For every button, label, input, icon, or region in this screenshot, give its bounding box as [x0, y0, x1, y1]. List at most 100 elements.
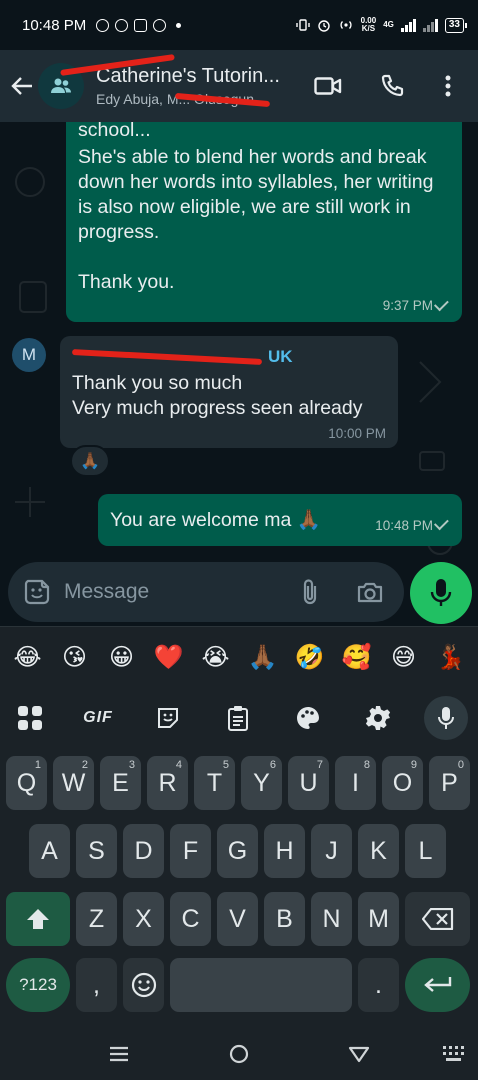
- key-k[interactable]: K: [358, 824, 399, 878]
- message-input[interactable]: [64, 572, 264, 612]
- key-hint: 5: [222, 759, 229, 771]
- key-l[interactable]: L: [405, 824, 446, 878]
- back-nav-button[interactable]: [344, 1040, 374, 1068]
- key-b[interactable]: B: [264, 892, 305, 946]
- key-i[interactable]: I8: [335, 756, 376, 810]
- message-meta: 10:48 PM: [375, 513, 450, 538]
- comma-key[interactable]: ,: [76, 958, 117, 1012]
- key-q[interactable]: Q1: [6, 756, 47, 810]
- emoji-suggestion[interactable]: 😭: [196, 643, 236, 672]
- network-type: 4G: [383, 21, 394, 29]
- message-bubble-incoming[interactable]: UK Thank you so much Very much progress …: [60, 336, 398, 448]
- keyboard-voice-button[interactable]: [424, 696, 468, 740]
- whatsapp-screen: 10:48 PM 0.00 K/S 4G 33 Catherine's Tuto…: [0, 0, 478, 1080]
- emoji-suggestion[interactable]: ❤️: [149, 643, 189, 672]
- key-w[interactable]: W2: [53, 756, 94, 810]
- message-input-container[interactable]: [8, 562, 404, 622]
- key-label: O: [392, 768, 413, 797]
- message-time: 10:00 PM: [328, 426, 386, 441]
- keyboard-switch-button[interactable]: [438, 1040, 468, 1068]
- sticker-button[interactable]: [148, 698, 188, 738]
- emoji-suggestion[interactable]: 🥰: [337, 643, 377, 672]
- key-p[interactable]: P0: [429, 756, 470, 810]
- emoji-suggestion[interactable]: 😅: [384, 643, 424, 672]
- emoji-suggestion[interactable]: 🙏🏾: [243, 643, 283, 672]
- backspace-key[interactable]: [405, 892, 470, 946]
- key-x[interactable]: X: [123, 892, 164, 946]
- key-f[interactable]: F: [170, 824, 211, 878]
- theme-button[interactable]: [288, 698, 328, 738]
- whatsapp-notification-icon: [96, 18, 110, 32]
- key-z[interactable]: Z: [76, 892, 117, 946]
- key-e[interactable]: E3: [100, 756, 141, 810]
- more-vertical-icon: [445, 75, 451, 97]
- key-a[interactable]: A: [29, 824, 70, 878]
- sender-avatar[interactable]: M: [12, 338, 46, 372]
- keyboard: Q1 W2 E3 R4 T5 Y6 U7 I8 O9 P0 A S D F G …: [0, 746, 478, 1026]
- key-y[interactable]: Y6: [241, 756, 282, 810]
- back-button[interactable]: [8, 66, 36, 106]
- key-d[interactable]: D: [123, 824, 164, 878]
- shift-arrow-icon: [27, 909, 49, 929]
- gif-button[interactable]: GIF: [78, 698, 118, 738]
- voice-call-button[interactable]: [370, 64, 414, 108]
- emoji-key[interactable]: [123, 958, 164, 1012]
- redacted-sender-name: [71, 348, 263, 365]
- settings-button[interactable]: [358, 698, 398, 738]
- more-options-button[interactable]: [426, 64, 470, 108]
- network-speed: 0.00 K/S: [361, 17, 377, 33]
- emoji-suggestion[interactable]: 😘: [55, 643, 95, 672]
- apps-grid-button[interactable]: [10, 698, 50, 738]
- symbols-key[interactable]: ?123: [6, 958, 70, 1012]
- key-v[interactable]: V: [217, 892, 258, 946]
- emoji-suggestion[interactable]: 🤣: [290, 643, 330, 672]
- key-label: Q: [16, 768, 37, 797]
- enter-key[interactable]: [405, 958, 470, 1012]
- key-label: W: [61, 768, 86, 797]
- key-hint: 2: [81, 759, 88, 771]
- key-o[interactable]: O9: [382, 756, 423, 810]
- key-t[interactable]: T5: [194, 756, 235, 810]
- sticker-icon[interactable]: [22, 577, 52, 607]
- clipboard-button[interactable]: [218, 698, 258, 738]
- attach-button[interactable]: [294, 576, 326, 608]
- key-j[interactable]: J: [311, 824, 352, 878]
- message-bubble-outgoing[interactable]: school... She's able to blend her words …: [66, 122, 462, 322]
- emoji-suggestion[interactable]: 😂: [8, 643, 48, 672]
- key-h[interactable]: H: [264, 824, 305, 878]
- emoji-suggestion[interactable]: 😀: [102, 643, 142, 672]
- key-hint: 7: [316, 759, 323, 771]
- key-m[interactable]: M: [358, 892, 399, 946]
- period-key[interactable]: .: [358, 958, 399, 1012]
- key-label: T: [206, 768, 223, 797]
- chat-messages[interactable]: school... She's able to blend her words …: [0, 122, 478, 558]
- recent-apps-button[interactable]: [104, 1040, 134, 1068]
- sender-name[interactable]: UK: [71, 344, 386, 369]
- system-navigation-bar: [0, 1026, 478, 1080]
- camera-button[interactable]: [354, 576, 386, 608]
- key-c[interactable]: C: [170, 892, 211, 946]
- key-hint: 9: [410, 759, 417, 771]
- message-meta: 9:37 PM: [78, 293, 450, 318]
- shift-key[interactable]: [6, 892, 70, 946]
- emoji-suggestion[interactable]: 💃🏾: [431, 643, 471, 672]
- message-time: 10:48 PM: [375, 517, 433, 533]
- space-key[interactable]: [170, 958, 352, 1012]
- grid-icon: [18, 706, 42, 730]
- key-label: E: [112, 768, 129, 797]
- voice-message-button[interactable]: [410, 562, 472, 624]
- gear-icon: [365, 706, 391, 730]
- message-bubble-outgoing[interactable]: You are welcome ma 🙏🏾 10:48 PM: [98, 494, 462, 546]
- more-notifications-dot-icon: [176, 22, 182, 28]
- key-n[interactable]: N: [311, 892, 352, 946]
- key-u[interactable]: U7: [288, 756, 329, 810]
- instagram-notification-icon: [134, 18, 148, 32]
- message-composer: [0, 558, 478, 626]
- message-reaction[interactable]: 🙏🏾: [70, 445, 110, 477]
- status-time: 10:48 PM: [22, 16, 87, 34]
- home-button[interactable]: [224, 1040, 254, 1068]
- key-g[interactable]: G: [217, 824, 258, 878]
- video-call-button[interactable]: [306, 64, 350, 108]
- key-s[interactable]: S: [76, 824, 117, 878]
- key-r[interactable]: R4: [147, 756, 188, 810]
